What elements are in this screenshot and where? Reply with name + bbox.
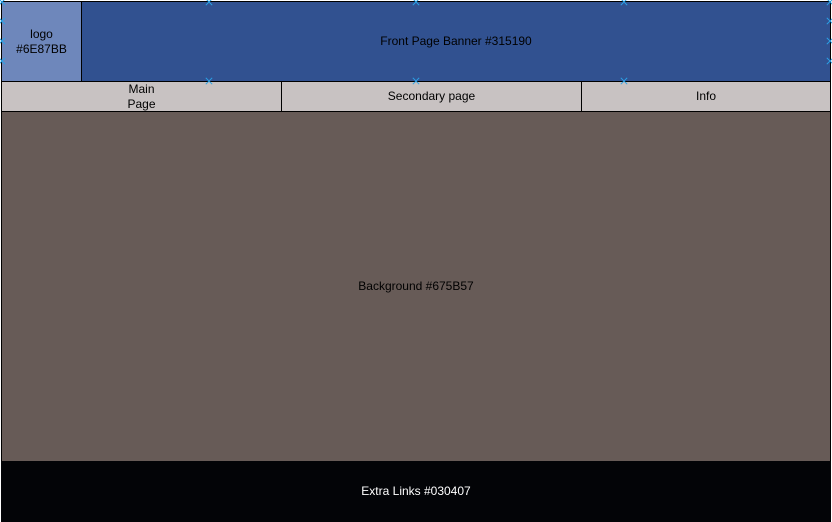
selection-handle-icon[interactable] xyxy=(206,78,213,85)
selection-handle-icon[interactable] xyxy=(827,0,832,6)
main-background-area[interactable]: Background #675B57 xyxy=(1,111,831,462)
nav-item-info[interactable]: Info xyxy=(581,81,831,112)
nav-item-main-page[interactable]: Main Page xyxy=(1,81,282,112)
front-page-banner[interactable]: Front Page Banner #315190 xyxy=(81,1,831,82)
nav-item-label: Info xyxy=(695,89,716,103)
selection-handle-icon[interactable] xyxy=(0,58,6,65)
nav-item-label: Main Page xyxy=(127,81,156,111)
nav-item-label: Secondary page xyxy=(387,89,476,103)
background-label: Background #675B57 xyxy=(358,279,474,293)
selection-handle-icon[interactable] xyxy=(206,0,213,6)
banner-label: Front Page Banner #315190 xyxy=(380,34,532,48)
selection-handle-icon[interactable] xyxy=(0,18,6,25)
selection-handle-icon[interactable] xyxy=(0,38,6,45)
logo-label: logo #6E87BB xyxy=(16,26,67,56)
footer-label: Extra Links #030407 xyxy=(361,484,471,498)
selection-handle-icon[interactable] xyxy=(827,58,832,65)
selection-handle-icon[interactable] xyxy=(621,78,628,85)
extra-links-footer[interactable]: Extra Links #030407 xyxy=(1,461,831,522)
selection-handle-icon[interactable] xyxy=(413,0,420,6)
selection-handle-icon[interactable] xyxy=(0,0,6,6)
nav-item-secondary-page[interactable]: Secondary page xyxy=(281,81,582,112)
selection-handle-icon[interactable] xyxy=(413,78,420,85)
selection-handle-icon[interactable] xyxy=(827,38,832,45)
selection-handle-icon[interactable] xyxy=(621,0,628,6)
selection-handle-icon[interactable] xyxy=(827,18,832,25)
logo-box[interactable]: logo #6E87BB xyxy=(1,1,82,82)
